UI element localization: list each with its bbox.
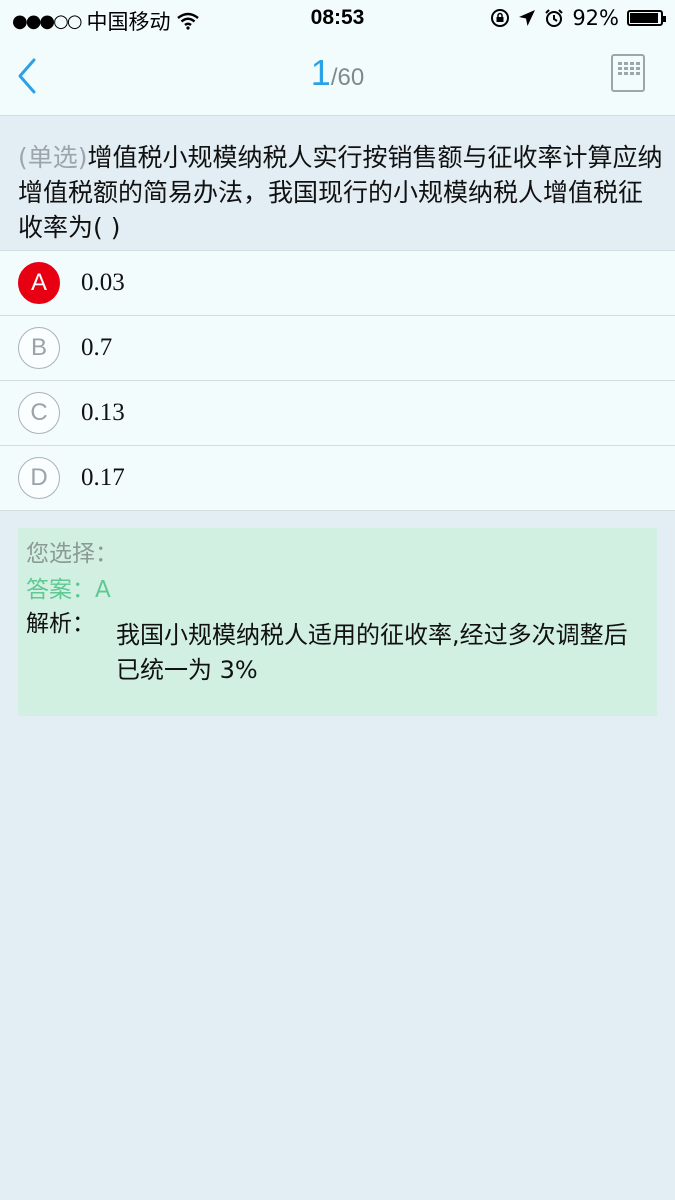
question-counter: 1/60 — [0, 52, 675, 94]
question-text: (单选)增值税小规模纳税人实行按销售额与征收率计算应纳增值税额的简易办法，我国现… — [18, 140, 663, 245]
option-badge-a: A — [18, 262, 60, 304]
question-body: 增值税小规模纳税人实行按销售额与征收率计算应纳增值税额的简易办法，我国现行的小规… — [18, 143, 663, 242]
your-choice-label: 您选择： — [26, 541, 118, 567]
battery-percent: 92% — [572, 6, 619, 30]
option-d[interactable]: D 0.17 — [0, 446, 675, 511]
status-bar: ●●●○○ 中国移动 08:53 92% — [0, 0, 675, 38]
answer-label: 答案： — [26, 577, 95, 603]
grid-icon — [618, 62, 640, 75]
top-bar: ●●●○○ 中国移动 08:53 92% 1/60 — [0, 0, 675, 116]
option-a[interactable]: A 0.03 — [0, 251, 675, 316]
battery-icon — [627, 10, 666, 26]
answer-line: 答案：A — [26, 570, 111, 604]
total-questions: /60 — [330, 64, 365, 91]
nav-bar: 1/60 — [0, 38, 675, 115]
options-list: A 0.03 B 0.7 C 0.13 D 0.17 — [0, 250, 675, 511]
alarm-icon — [545, 9, 564, 27]
status-right: 92% — [490, 6, 666, 30]
option-value-d: 0.17 — [81, 464, 125, 491]
option-b[interactable]: B 0.7 — [0, 316, 675, 381]
question-type-tag: (单选) — [18, 143, 88, 172]
rotation-lock-icon — [491, 9, 510, 27]
option-value-b: 0.7 — [81, 334, 113, 361]
current-question-number: 1 — [310, 52, 331, 93]
option-badge-c: C — [18, 392, 60, 434]
answer-analysis-panel: 您选择： 答案：A 解析： 我国小规模纳税人适用的征收率,经过多次调整后已统一为… — [18, 528, 657, 716]
explanation-text: 我国小规模纳税人适用的征收率,经过多次调整后已统一为 3% — [116, 621, 628, 684]
answer-value: A — [95, 577, 111, 603]
option-value-c: 0.13 — [81, 399, 125, 426]
location-arrow-icon — [519, 10, 536, 26]
option-badge-d: D — [18, 457, 60, 499]
option-value-a: 0.03 — [81, 269, 125, 296]
explanation-label: 解析： — [26, 611, 95, 637]
question-grid-button[interactable] — [611, 54, 645, 92]
option-c[interactable]: C 0.13 — [0, 381, 675, 446]
option-badge-b: B — [18, 327, 60, 369]
